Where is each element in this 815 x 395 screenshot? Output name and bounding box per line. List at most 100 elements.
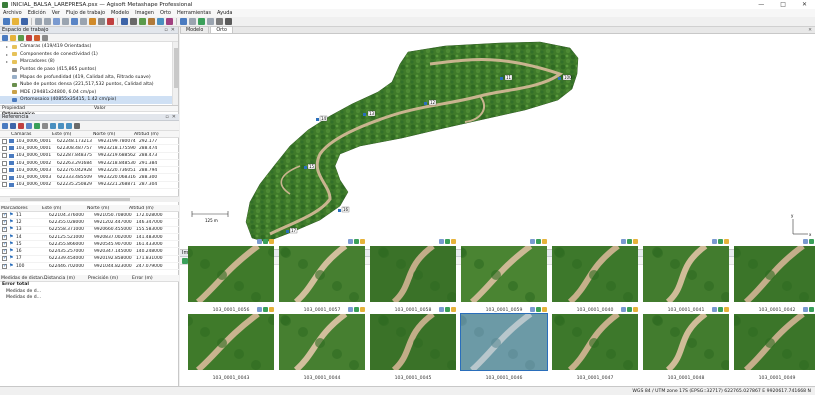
expand-arrow-icon[interactable]: ▸: [6, 52, 10, 57]
row-checkbox[interactable]: [2, 241, 7, 247]
row-checkbox[interactable]: [2, 263, 7, 269]
image-thumbnail[interactable]: 103_0001_0058: [370, 239, 456, 313]
view-source-icon[interactable]: [50, 122, 56, 129]
tiled-model-icon[interactable]: [166, 18, 173, 25]
close-view-icon[interactable]: ✕: [808, 28, 815, 33]
view-mode-icon[interactable]: [121, 18, 128, 25]
dropdown-arrow-icon[interactable]: [44, 18, 51, 25]
col-marker-north[interactable]: Norte (m): [87, 206, 129, 211]
tree-item-components[interactable]: ▸ Componentes de conectividad (1): [0, 51, 178, 59]
row-checkbox[interactable]: [2, 182, 7, 188]
table-row[interactable]: 103_0006_0001 622248.173213 9923199.7800…: [0, 138, 179, 146]
image-thumbnail[interactable]: 103_0001_0057: [279, 239, 365, 313]
map-marker-100[interactable]: 100: [564, 75, 572, 80]
map-marker-15[interactable]: 15: [309, 164, 315, 169]
image-thumbnail[interactable]: 103_0001_0042: [734, 239, 815, 313]
row-checkbox[interactable]: [2, 153, 7, 159]
col-markers[interactable]: Marcadores: [0, 206, 42, 211]
image-thumbnail[interactable]: 103_0001_0044: [279, 307, 365, 381]
clear-reference-icon[interactable]: [18, 122, 24, 129]
snapshot-icon[interactable]: [225, 18, 232, 25]
image-thumbnail[interactable]: 103_0001_0056: [188, 239, 274, 313]
show-cameras-icon[interactable]: [180, 18, 187, 25]
menu-imagen[interactable]: Imagen: [135, 10, 154, 16]
table-row[interactable]: 103_0006_0003 622276.042928 9923220.7360…: [0, 167, 179, 175]
col-cameras[interactable]: Cámaras: [11, 132, 52, 137]
camera-flag-icon[interactable]: [424, 102, 427, 105]
zoom-in-icon[interactable]: [42, 34, 48, 41]
expand-arrow-icon[interactable]: ▸: [6, 59, 10, 64]
dropdown-arrow-icon[interactable]: [207, 18, 214, 25]
navigation-icon[interactable]: [71, 18, 78, 25]
table-row[interactable]: ⚑16 622435.257000 9920347.145000 140.248000: [0, 248, 179, 256]
col-marker-east[interactable]: Este (m): [42, 206, 87, 211]
close-panel-icon[interactable]: ✕: [172, 114, 176, 120]
delete-selection-icon[interactable]: [107, 18, 114, 25]
col-scale-bars[interactable]: Medidas de distan...: [0, 276, 47, 281]
camera-flag-icon[interactable]: [500, 77, 503, 80]
tree-item-dense-cloud[interactable]: Nube de puntos densa (221,517,532 puntos…: [0, 81, 178, 89]
col-east[interactable]: Este (m): [52, 132, 93, 137]
error-row[interactable]: Medidas de d...: [2, 295, 179, 301]
undock-icon[interactable]: ▫: [164, 27, 167, 33]
table-row[interactable]: 103_0006_0002 622235.250829 9923221.2688…: [0, 182, 179, 190]
add-folder-icon[interactable]: [18, 34, 24, 41]
camera-flag-icon[interactable]: [558, 77, 561, 80]
select-icon[interactable]: [35, 18, 42, 25]
row-checkbox[interactable]: [2, 145, 7, 151]
tab-modelo[interactable]: Modelo: [180, 26, 210, 33]
row-checkbox[interactable]: [2, 248, 7, 255]
import-reference-icon[interactable]: [2, 122, 8, 129]
new-project-icon[interactable]: [3, 18, 10, 25]
open-folder-icon[interactable]: [12, 18, 19, 25]
table-row[interactable]: ⚑14 622125.521000 9920837.002000 141.483000: [0, 234, 179, 242]
map-marker-14[interactable]: 14: [321, 116, 327, 121]
map-marker-11[interactable]: 11: [506, 75, 512, 80]
image-thumbnail[interactable]: 103_0001_0047: [552, 307, 638, 381]
menu-herramientas[interactable]: Herramientas: [177, 10, 211, 16]
table-row[interactable]: ⚑17 622339.454000 9920192.858000 171.831000: [0, 255, 179, 264]
table-row[interactable]: 103_0006_0002 622263.291684 9923218.8485…: [0, 160, 179, 168]
col-north[interactable]: Norte (m): [93, 132, 134, 137]
tree-item-depth-maps[interactable]: Mapas de profundidad (419, Calidad alta,…: [0, 73, 178, 81]
export-reference-icon[interactable]: [10, 122, 16, 129]
image-thumbnail[interactable]: 103_0001_0046: [460, 307, 548, 381]
map-marker-12[interactable]: 12: [430, 100, 436, 105]
table-row[interactable]: 103_0006_0001 622287.848375 9923219.6885…: [0, 153, 179, 160]
tree-item-orthomosaic[interactable]: Ortomosaico (40855x35415, 1.42 cm/pix): [0, 96, 178, 104]
table-row[interactable]: 103_0006_0001 622308.487757 9923218.1755…: [0, 145, 179, 153]
col-accuracy[interactable]: Precisión (m): [88, 276, 132, 281]
camera-flag-icon[interactable]: [338, 209, 341, 212]
camera-flag-icon[interactable]: [304, 166, 307, 169]
row-checkbox[interactable]: [2, 212, 7, 218]
row-checkbox[interactable]: [2, 167, 7, 173]
tree-item-dem[interactable]: MDE (29481x24800, 6.04 cm/px): [0, 89, 178, 97]
tree-item-tie-points[interactable]: Puntos de paso (415,865 puntos): [0, 66, 178, 74]
save-icon[interactable]: [21, 18, 28, 25]
menu-archivo[interactable]: Archivo: [3, 10, 22, 16]
optimize-cameras-icon[interactable]: [34, 122, 40, 129]
crop-icon[interactable]: [98, 18, 105, 25]
menu-ayuda[interactable]: Ayuda: [217, 10, 232, 16]
row-checkbox[interactable]: [2, 234, 7, 240]
camera-flag-icon[interactable]: [316, 118, 319, 121]
cameras-hscrollbar[interactable]: [0, 196, 179, 202]
table-row[interactable]: ⚑100 622446.702000 9921044.823000 247.07900…: [0, 263, 179, 271]
row-checkbox[interactable]: [2, 226, 7, 233]
dense-cloud-icon[interactable]: [139, 18, 146, 25]
ruler-icon[interactable]: [89, 18, 96, 25]
menu-edicion[interactable]: Edición: [28, 10, 46, 16]
image-thumbnail[interactable]: 103_0001_0059: [461, 239, 547, 313]
dropdown-arrow-icon[interactable]: [189, 18, 196, 25]
workspace-scrollbar[interactable]: [172, 42, 178, 105]
menu-orto[interactable]: Orto: [160, 10, 171, 16]
table-row[interactable]: ⚑11 622104.376000 9921050.708000 172.028000: [0, 212, 179, 220]
add-photos-icon[interactable]: [10, 34, 16, 41]
row-checkbox[interactable]: [2, 175, 7, 181]
minimize-button[interactable]: —: [758, 1, 764, 8]
dropdown-arrow-icon[interactable]: [62, 18, 69, 25]
view-estimated-icon[interactable]: [58, 122, 64, 129]
scrollbar-thumb[interactable]: [174, 48, 178, 88]
view-errors-icon[interactable]: [66, 122, 72, 129]
undock-icon[interactable]: ▫: [165, 114, 168, 120]
